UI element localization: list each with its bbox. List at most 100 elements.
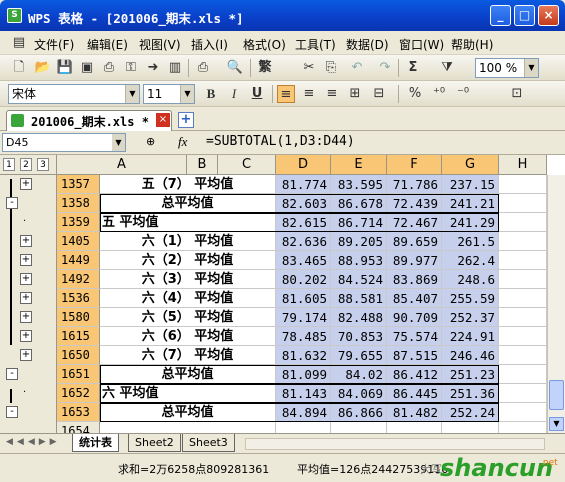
cell-label[interactable]: 六（6） 平均值 xyxy=(100,327,276,346)
menu-file[interactable]: 文件(F) xyxy=(34,36,74,53)
vertical-scrollbar[interactable]: ▼ xyxy=(547,175,565,433)
cell-g[interactable]: 255.59 xyxy=(442,289,499,308)
cell-e[interactable] xyxy=(331,422,387,433)
cell-h[interactable] xyxy=(499,289,547,308)
font-name-select[interactable]: 宋体 ▼ xyxy=(8,84,140,104)
cell-d[interactable]: 83.465 xyxy=(276,251,331,270)
cell-g[interactable]: 251.23 xyxy=(442,365,499,384)
row-number[interactable]: 1653 xyxy=(57,403,100,422)
collapse-icon[interactable]: - xyxy=(6,406,18,418)
maximize-button[interactable]: □ xyxy=(514,5,535,26)
cell-f[interactable]: 75.574 xyxy=(387,327,442,346)
row-number[interactable]: 1405 xyxy=(57,232,100,251)
cell-label[interactable]: 六 平均值 xyxy=(100,384,276,403)
cell-d[interactable]: 82.636 xyxy=(276,232,331,251)
cell-d[interactable]: 81.605 xyxy=(276,289,331,308)
cell-f[interactable]: 87.515 xyxy=(387,346,442,365)
cell-e[interactable]: 86.678 xyxy=(331,194,387,213)
horizontal-scrollbar[interactable] xyxy=(245,438,545,450)
new-icon[interactable]: 🗋 xyxy=(10,59,28,77)
cell-e[interactable]: 84.069 xyxy=(331,384,387,403)
menu-window[interactable]: 窗口(W) xyxy=(399,36,444,53)
name-box[interactable]: D45 ▼ xyxy=(2,133,126,152)
sheet-tab-2[interactable]: Sheet2 xyxy=(128,434,181,452)
bold-button[interactable]: B xyxy=(202,85,220,103)
outline-level-1[interactable]: 1 xyxy=(3,158,15,171)
sheet-tab-3[interactable]: Sheet3 xyxy=(182,434,235,452)
cell-e[interactable]: 82.488 xyxy=(331,308,387,327)
cell-h[interactable] xyxy=(499,346,547,365)
cell-e[interactable]: 88.581 xyxy=(331,289,387,308)
cell-g[interactable]: 246.46 xyxy=(442,346,499,365)
menu-edit[interactable]: 编辑(E) xyxy=(87,36,128,53)
cell-e[interactable]: 79.655 xyxy=(331,346,387,365)
cell-f[interactable]: 85.407 xyxy=(387,289,442,308)
cell-e[interactable]: 88.953 xyxy=(331,251,387,270)
increase-decimal-icon[interactable]: ⁺⁰ xyxy=(430,85,448,103)
print-icon[interactable]: ⎙ xyxy=(194,59,212,77)
expand-icon[interactable]: + xyxy=(20,292,32,304)
cell-d[interactable]: 82.615 xyxy=(276,213,331,232)
merge-icon[interactable]: ⊞ xyxy=(346,85,364,103)
cell-label[interactable]: 五（7） 平均值 xyxy=(100,175,276,194)
cell-h[interactable] xyxy=(499,251,547,270)
cell-label[interactable]: 六（1） 平均值 xyxy=(100,232,276,251)
cell-label[interactable]: 六（4） 平均值 xyxy=(100,289,276,308)
permission-icon[interactable]: ⚿ xyxy=(122,59,140,77)
row-number[interactable]: 1650 xyxy=(57,346,100,365)
print-setup-icon[interactable]: ⎙ xyxy=(100,59,118,77)
column-header-d[interactable]: D xyxy=(276,155,331,175)
font-size-select[interactable]: 11 ▼ xyxy=(143,84,195,104)
row-number[interactable]: 1359 xyxy=(57,213,100,232)
cell-d[interactable]: 81.143 xyxy=(276,384,331,403)
traditional-icon[interactable]: 繁 xyxy=(256,59,274,77)
zoom-magnifier-icon[interactable]: ⊕ xyxy=(146,135,155,148)
cell-f[interactable]: 81.482 xyxy=(387,403,442,422)
border-icon[interactable]: ⊡ xyxy=(508,85,526,103)
column-header-a[interactable]: A xyxy=(57,155,187,175)
cell-e[interactable]: 70.853 xyxy=(331,327,387,346)
cell-h[interactable] xyxy=(499,213,547,232)
cell-h[interactable] xyxy=(499,327,547,346)
cell-d[interactable]: 79.174 xyxy=(276,308,331,327)
spreadsheet-grid[interactable]: 1 2 3 A B C D E F G H +1357 五（7） 平均值 81.77… xyxy=(0,155,565,433)
cell-d[interactable]: 84.894 xyxy=(276,403,331,422)
row-number[interactable]: 1449 xyxy=(57,251,100,270)
open-icon[interactable]: 📂 xyxy=(34,59,52,77)
cell-f[interactable]: 86.445 xyxy=(387,384,442,403)
expand-icon[interactable]: + xyxy=(20,254,32,266)
cell-f[interactable]: 71.786 xyxy=(387,175,442,194)
expand-icon[interactable]: + xyxy=(20,178,32,190)
scroll-down-icon[interactable]: ▼ xyxy=(549,417,564,431)
cell-h[interactable] xyxy=(499,308,547,327)
sheet-nav-icons[interactable]: ◀◀◀▶▶ xyxy=(6,437,61,447)
redo-icon[interactable]: ↷ xyxy=(376,59,394,77)
row-number[interactable]: 1651 xyxy=(57,365,100,384)
outline-level-3[interactable]: 3 xyxy=(37,158,49,171)
expand-icon[interactable]: + xyxy=(20,311,32,323)
cell-g[interactable]: 224.91 xyxy=(442,327,499,346)
italic-button[interactable]: I xyxy=(225,85,243,103)
cell-g[interactable]: 252.37 xyxy=(442,308,499,327)
cell-e[interactable]: 83.595 xyxy=(331,175,387,194)
wps-app-icon[interactable]: S xyxy=(7,8,22,23)
percent-button[interactable]: % xyxy=(406,85,424,103)
align-center-icon[interactable]: ≡ xyxy=(300,85,318,103)
export-icon[interactable]: ▣ xyxy=(78,59,96,77)
cell-e[interactable]: 84.02 xyxy=(331,365,387,384)
row-number[interactable]: 1652 xyxy=(57,384,100,403)
cell-d[interactable]: 81.774 xyxy=(276,175,331,194)
cell-d[interactable]: 78.485 xyxy=(276,327,331,346)
chevron-down-icon[interactable]: ▼ xyxy=(180,85,194,103)
cell-g[interactable]: 248.6 xyxy=(442,270,499,289)
cell-g[interactable]: 262.4 xyxy=(442,251,499,270)
pdf-icon[interactable]: ▥ xyxy=(166,59,184,77)
cell-h[interactable] xyxy=(499,422,547,433)
cell-g[interactable] xyxy=(442,422,499,433)
cell-d[interactable]: 80.202 xyxy=(276,270,331,289)
expand-icon[interactable]: + xyxy=(20,349,32,361)
row-number[interactable]: 1654 xyxy=(57,422,100,433)
sheet-tab-stats[interactable]: 统计表 xyxy=(72,434,119,452)
cell-h[interactable] xyxy=(499,384,547,403)
menu-insert[interactable]: 插入(I) xyxy=(191,36,228,53)
